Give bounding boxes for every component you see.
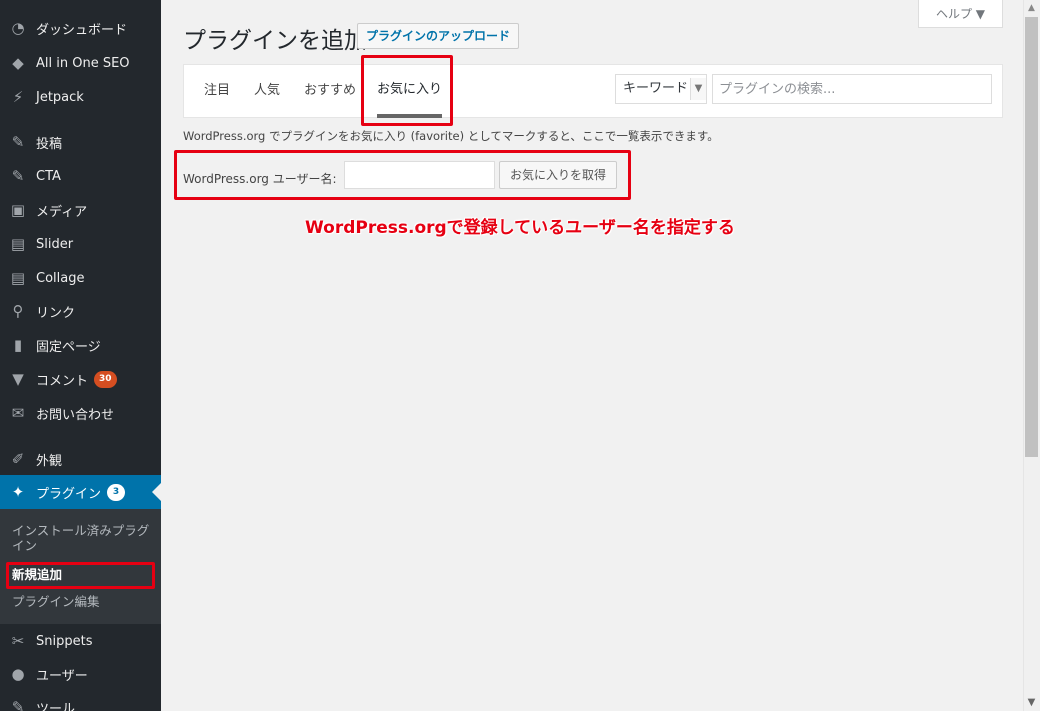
menu-label: Slider	[36, 236, 74, 252]
user-icon: ●	[11, 665, 25, 683]
username-field[interactable]	[344, 161, 495, 189]
appearance-icon: ✐	[11, 450, 25, 468]
menu-label: ツール	[36, 701, 76, 711]
menu-label: コメント	[36, 373, 89, 389]
get-favorites-button[interactable]: お気に入りを取得	[499, 161, 618, 189]
menu-posts[interactable]: ✎ 投稿	[0, 125, 161, 159]
scroll-up-icon[interactable]: ▲	[1023, 0, 1040, 17]
username-label: WordPress.org ユーザー名:	[183, 172, 337, 186]
pin-icon: ✎	[11, 133, 25, 151]
menu-label: メディア	[36, 204, 88, 220]
page-title: プラグインを追加	[183, 28, 367, 54]
snippets-icon: ✂	[11, 632, 25, 650]
collage-icon: ▤	[10, 269, 26, 287]
submenu-plugin-editor[interactable]: プラグイン編集	[12, 594, 157, 609]
menu-users[interactable]: ● ユーザー	[0, 657, 161, 691]
jetpack-icon: ⚡	[12, 88, 24, 106]
upload-plugin-button[interactable]: プラグインのアップロード	[357, 23, 520, 49]
menu-dashboard[interactable]: ◔ ダッシュボード	[0, 11, 161, 45]
menu-appearance[interactable]: ✐ 外観	[0, 442, 161, 476]
submenu-installed-plugins[interactable]: インストール済みプラグイン	[12, 523, 157, 553]
menu-label: 固定ページ	[36, 339, 101, 355]
menu-label: 外観	[36, 453, 63, 469]
search-type-value: キーワード	[623, 81, 689, 96]
menu-label: CTA	[36, 168, 61, 184]
menu-snippets[interactable]: ✂ Snippets	[0, 624, 161, 658]
menu-slider[interactable]: ▤ Slider	[0, 227, 161, 261]
plugin-update-badge: 3	[107, 483, 126, 501]
comment-count-badge: 30	[94, 370, 117, 388]
menu-label: ユーザー	[36, 668, 88, 684]
plugin-icon: ✦	[11, 483, 25, 501]
menu-label: プラグイン	[36, 486, 102, 502]
chevron-down-icon: ▼	[690, 78, 706, 100]
mail-icon: ✉	[11, 404, 25, 422]
plugins-submenu: インストール済みプラグイン 新規追加 プラグイン編集	[0, 509, 161, 624]
submenu-add-new[interactable]: 新規追加	[12, 567, 157, 582]
menu-plugins[interactable]: ✦ プラグイン 3	[0, 475, 161, 509]
menu-media[interactable]: ▣ メディア	[0, 193, 161, 227]
menu-pages[interactable]: ▮ 固定ページ	[0, 328, 161, 362]
help-button[interactable]: ヘルプ ▼	[918, 0, 1003, 28]
menu-cta[interactable]: ✎ CTA	[0, 159, 161, 193]
media-icon: ▣	[10, 201, 26, 219]
slider-icon: ▤	[10, 235, 26, 253]
tab-recommended[interactable]: おすすめ	[304, 65, 356, 119]
favorites-description: WordPress.org でプラグインをお気に入り (favorite) とし…	[183, 129, 719, 143]
menu-jetpack[interactable]: ⚡ Jetpack	[0, 80, 161, 114]
seo-icon: ◆	[12, 54, 24, 72]
menu-label: Collage	[36, 270, 85, 286]
menu-tools[interactable]: ✎ ツール	[0, 690, 161, 711]
plugin-search-input[interactable]	[712, 74, 992, 104]
menu-comments[interactable]: ▼ コメント 30	[0, 362, 161, 396]
current-menu-arrow	[152, 483, 161, 501]
menu-contact[interactable]: ✉ お問い合わせ	[0, 396, 161, 430]
admin-sidebar: ◔ ダッシュボード ◆ All in One SEO ⚡ Jetpack ✎ 投…	[0, 0, 161, 711]
scrollbar-thumb[interactable]	[1025, 17, 1038, 457]
menu-label: リンク	[36, 305, 76, 321]
menu-label: 投稿	[36, 136, 63, 152]
menu-all-in-one-seo[interactable]: ◆ All in One SEO	[0, 46, 161, 80]
tools-icon: ✎	[11, 698, 25, 711]
menu-label: Snippets	[36, 633, 93, 649]
menu-collage[interactable]: ▤ Collage	[0, 261, 161, 295]
menu-label: All in One SEO	[36, 55, 130, 71]
tab-favorites[interactable]: お気に入り	[377, 65, 443, 118]
menu-links[interactable]: ⚲ リンク	[0, 294, 161, 328]
menu-label: お問い合わせ	[36, 407, 115, 423]
search-type-select[interactable]: キーワード ▼	[615, 74, 707, 104]
comment-icon: ▼	[12, 370, 24, 388]
dashboard-icon: ◔	[11, 19, 25, 37]
tab-featured[interactable]: 注目	[204, 65, 230, 119]
page-icon: ▮	[13, 336, 23, 354]
cta-pin-icon: ✎	[11, 167, 25, 185]
annotation-text: WordPress.orgで登録しているユーザー名を指定する	[305, 218, 735, 238]
menu-label: ダッシュボード	[36, 22, 128, 38]
tab-popular[interactable]: 人気	[254, 65, 280, 119]
link-icon: ⚲	[12, 302, 24, 320]
scroll-down-icon[interactable]: ▼	[1023, 694, 1040, 711]
menu-label: Jetpack	[36, 89, 84, 105]
